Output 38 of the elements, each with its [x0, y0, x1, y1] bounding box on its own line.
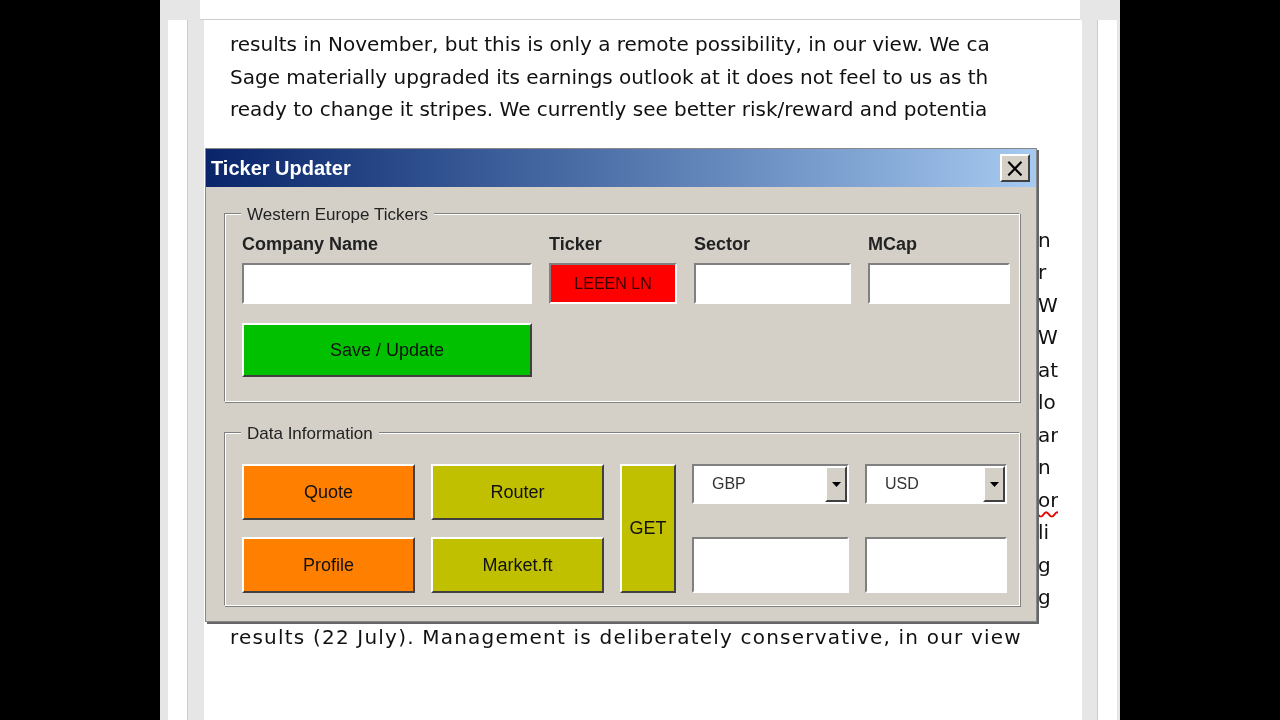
dropdown[interactable]: GBP [692, 464, 849, 504]
text-fragment: W [1038, 291, 1058, 319]
text-fragment: at [1038, 356, 1058, 384]
action-button[interactable]: Quote [242, 464, 415, 520]
text-line: results (22 July). Management is deliberately conservative, in our view [230, 623, 1023, 651]
action-button[interactable]: Save / Update [242, 323, 532, 377]
text-fragment: r [1038, 259, 1047, 286]
text-fragment: n [1038, 226, 1051, 254]
column-header: Ticker [549, 233, 603, 256]
text-fragment: n [1038, 454, 1051, 481]
dropdown[interactable]: USD [865, 464, 1007, 504]
text-line: results in November, but this is only a remote possibility, in our view. We ca [230, 31, 991, 58]
input-field[interactable] [868, 263, 1010, 304]
text-fragment: W [1038, 324, 1058, 351]
action-button[interactable]: GET [620, 464, 676, 593]
column-header: MCap [868, 233, 918, 256]
input-field[interactable]: LEEEN LN [549, 263, 677, 304]
text-fragment: li [1038, 519, 1050, 546]
text-line: ready to change it stripes. We currently see better risk/reward and potentia [230, 96, 989, 123]
text-fragment: or [1038, 486, 1058, 514]
input-field[interactable] [694, 263, 851, 304]
column-header: Company Name [242, 233, 380, 256]
text-fragment: lo [1038, 389, 1056, 416]
text-fragment: ar [1038, 421, 1058, 449]
window-title: Ticker Updater [211, 156, 351, 181]
text-fragment: g [1038, 551, 1051, 579]
close-button[interactable]: × [1000, 154, 1030, 182]
column-header: Sector [694, 233, 752, 256]
action-button[interactable]: Profile [242, 537, 415, 593]
input-field[interactable] [865, 537, 1007, 593]
input-field[interactable] [242, 263, 532, 304]
text-fragment: g [1038, 584, 1051, 611]
action-button[interactable]: Market.ft [431, 537, 604, 593]
dropdown-arrow-icon [831, 481, 841, 487]
input-field[interactable] [692, 537, 849, 593]
dropdown-arrow-icon [989, 481, 999, 487]
action-button[interactable]: Router [431, 464, 604, 520]
text-line: Sage materially upgraded its earnings outlook at it does not feel to us as th [230, 63, 990, 91]
